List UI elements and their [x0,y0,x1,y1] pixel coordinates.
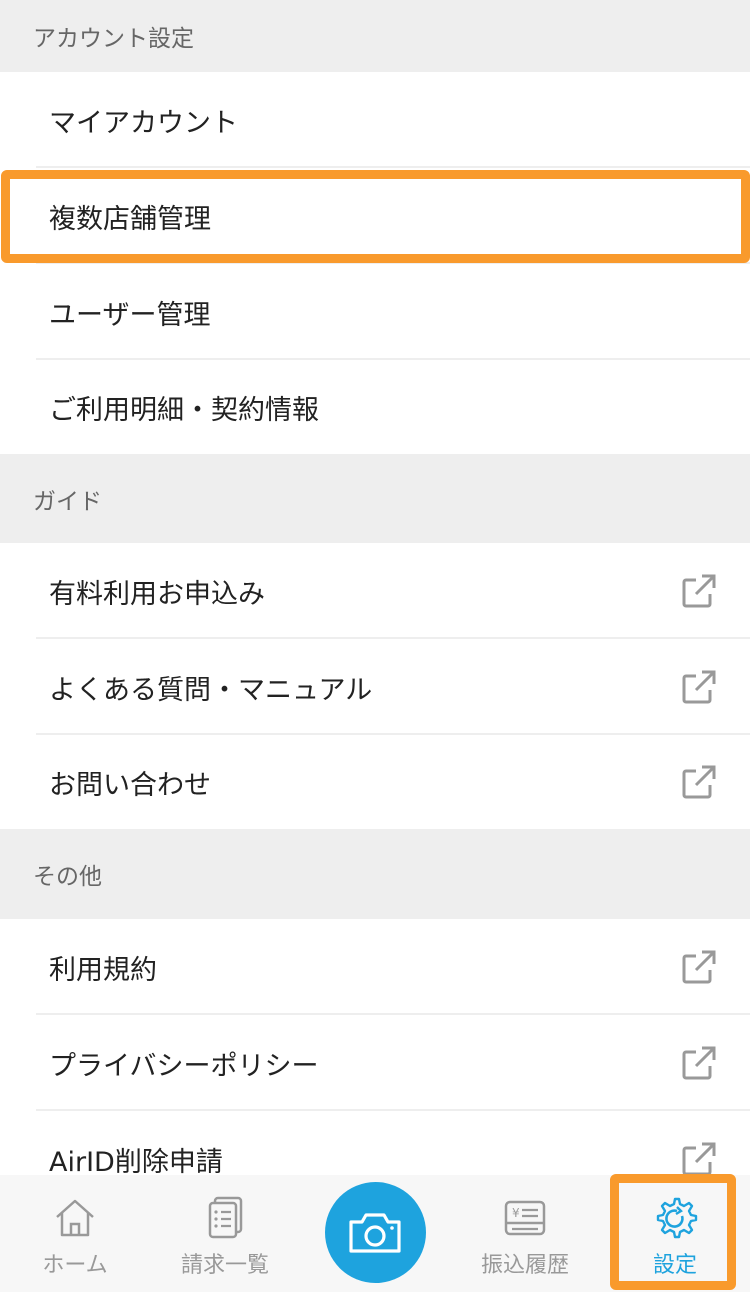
tab-label: 請求一覧 [180,1253,269,1278]
menu-item-label: AirID削除申請 [49,1146,223,1178]
external-link-icon [682,670,716,704]
menu-item-privacy-policy[interactable]: プライバシーポリシー [0,1015,750,1111]
menu-item-contact[interactable]: お問い合わせ [0,735,750,829]
tab-transfer-history[interactable]: ¥ 振込履歴 [450,1175,600,1292]
menu-item-label: よくある質問・マニュアル [49,674,373,706]
section-header-guide: ガイド [0,454,750,543]
menu-item-label: 有料利用お申込み [49,578,265,610]
external-link-icon [682,574,716,608]
menu-item-label: 複数店舗管理 [49,203,211,235]
section-header-account: アカウント設定 [0,0,750,72]
menu-item-my-account[interactable]: マイアカウント [0,72,750,168]
external-link-icon [682,1046,716,1080]
gear-icon [656,1197,698,1239]
tab-home[interactable]: ホーム [0,1175,150,1292]
tab-camera[interactable] [300,1175,450,1292]
menu-item-multi-store[interactable]: 複数店舗管理 [0,168,750,264]
menu-item-user-management[interactable]: ユーザー管理 [0,264,750,360]
settings-page: アカウント設定 マイアカウント 複数店舗管理 ユーザー管理 ご利用明細・契約情報… [0,0,750,1292]
tab-label: 設定 [652,1253,697,1278]
tab-label: 振込履歴 [480,1253,569,1278]
external-link-icon [682,1142,716,1176]
menu-item-billing-contract[interactable]: ご利用明細・契約情報 [0,360,750,454]
menu-item-label: 利用規約 [49,954,157,986]
home-icon [56,1199,94,1237]
transfer-history-icon: ¥ [504,1200,546,1236]
menu-item-faq-manual[interactable]: よくある質問・マニュアル [0,639,750,735]
menu-item-label: ユーザー管理 [49,299,211,331]
camera-icon [349,1212,401,1253]
camera-button[interactable] [324,1182,426,1283]
menu-item-paid-signup[interactable]: 有料利用お申込み [0,543,750,639]
menu-item-label: プライバシーポリシー [49,1050,319,1082]
menu-item-label: マイアカウント [49,107,238,139]
tab-settings[interactable]: 設定 [600,1175,750,1292]
bottom-tab-bar: ホーム 請求一覧 ¥ 振込履歴 設定 [0,1175,750,1292]
invoice-list-icon [208,1196,243,1239]
menu-item-label: お問い合わせ [49,769,211,801]
svg-text:¥: ¥ [512,1206,520,1220]
menu-item-terms[interactable]: 利用規約 [0,919,750,1015]
external-link-icon [682,950,716,984]
external-link-icon [682,765,716,799]
section-header-other: その他 [0,829,750,919]
tab-invoices[interactable]: 請求一覧 [150,1175,300,1292]
tab-label: ホーム [42,1253,108,1278]
menu-item-label: ご利用明細・契約情報 [49,394,319,426]
